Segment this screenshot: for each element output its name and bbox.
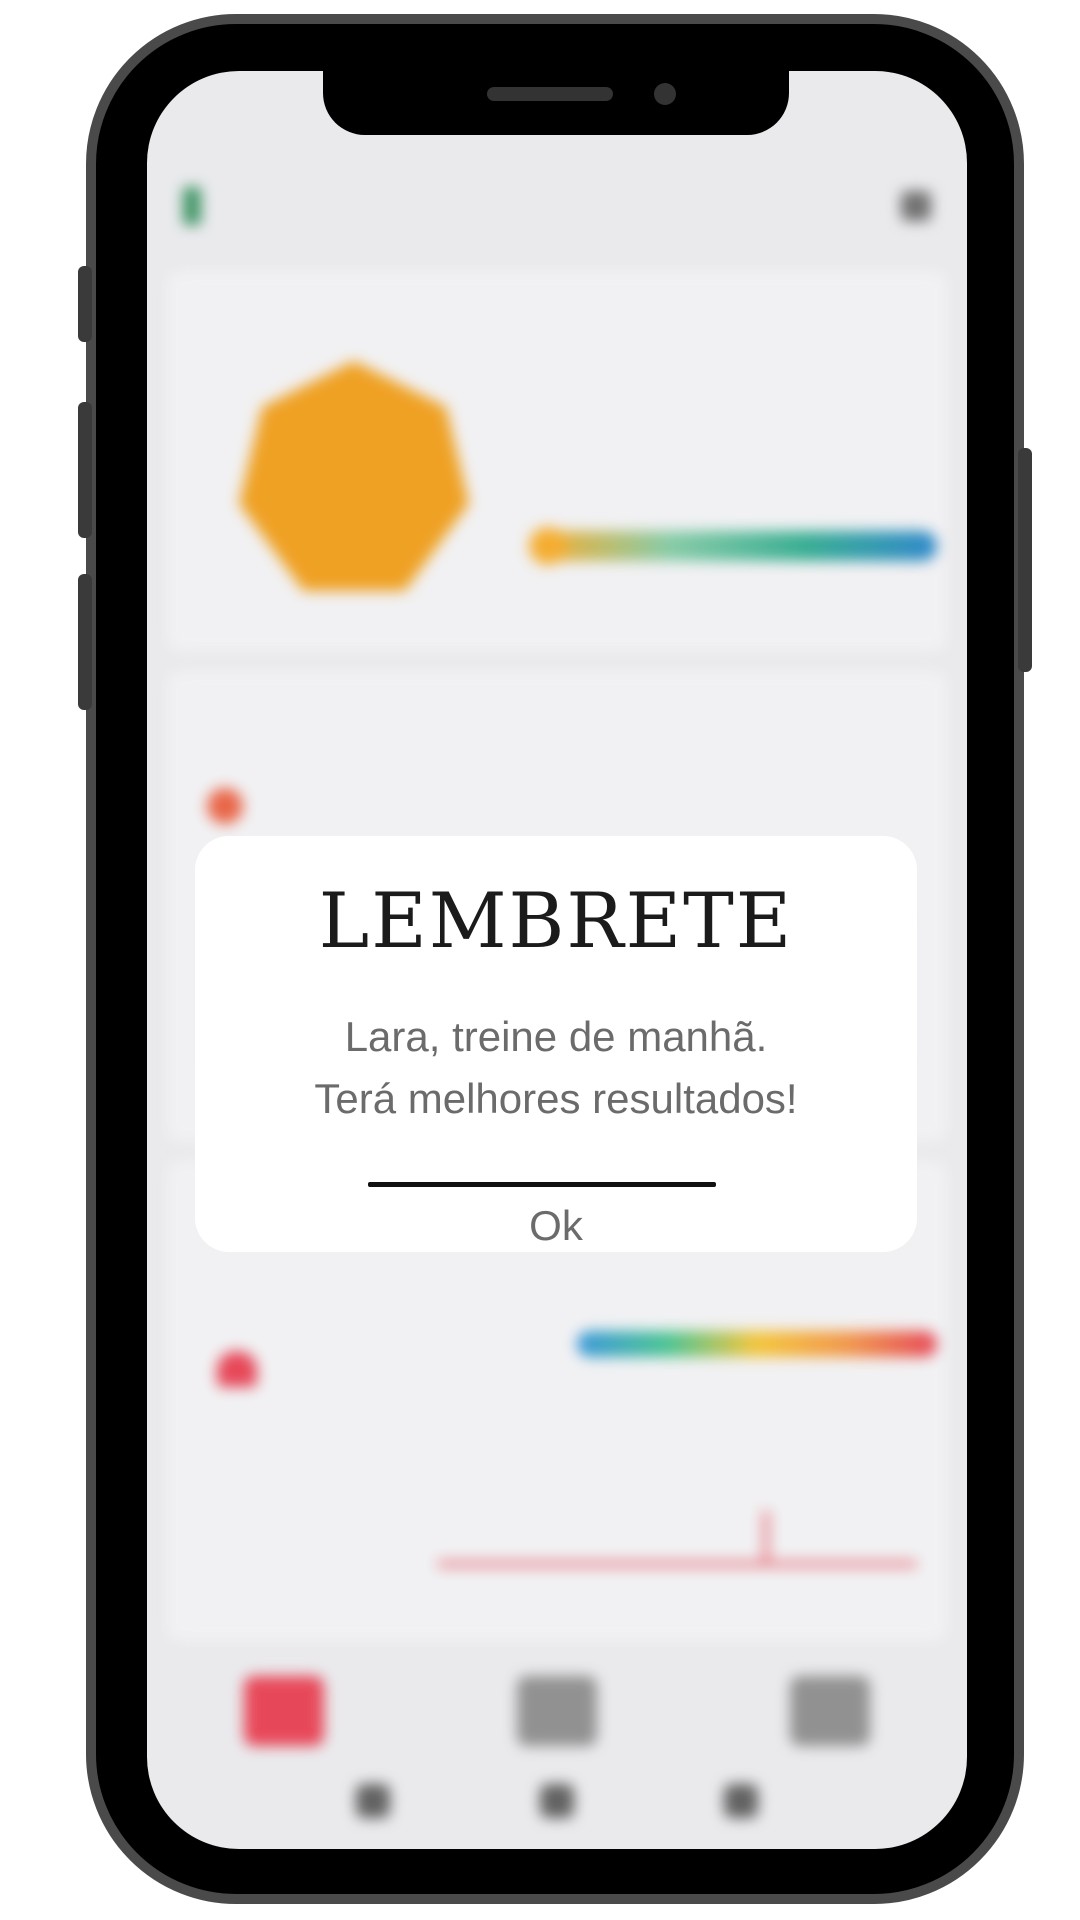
dialog-message-line2: Terá melhores resultados! xyxy=(314,1075,798,1122)
dialog-message-line1: Lara, treine de manhã. xyxy=(344,1013,768,1060)
phone-speaker xyxy=(487,87,613,101)
dialog-title: LEMBRETE xyxy=(318,876,794,965)
dialog-divider xyxy=(368,1182,716,1187)
phone-mute-switch xyxy=(78,266,92,342)
phone-camera xyxy=(654,83,676,105)
ok-button[interactable]: Ok xyxy=(491,1200,621,1252)
reminder-dialog: LEMBRETE Lara, treine de manhã. Terá mel… xyxy=(195,836,917,1252)
phone-volume-up xyxy=(78,402,92,538)
phone-notch xyxy=(323,71,789,135)
phone-power-button xyxy=(1018,448,1032,672)
dialog-message: Lara, treine de manhã. Terá melhores res… xyxy=(195,1006,917,1130)
phone-volume-down xyxy=(78,574,92,710)
